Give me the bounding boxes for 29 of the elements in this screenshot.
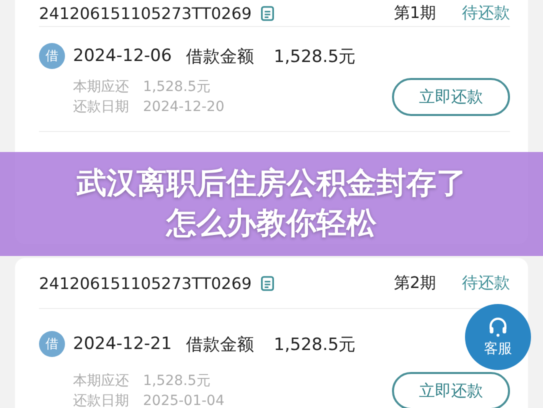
period-label: 第1期 bbox=[394, 2, 436, 24]
status-label: 待还款 bbox=[462, 2, 510, 24]
detail-value: 2025-01-04 bbox=[143, 392, 224, 408]
banner-title: 怎么办教你轻松 bbox=[166, 205, 376, 243]
detail-value: 1,528.5元 bbox=[143, 372, 210, 391]
badge-icon: 借 bbox=[39, 331, 65, 357]
item-amount: 1,528.5元 bbox=[274, 46, 356, 68]
detail-label: 本期应还 bbox=[73, 372, 129, 391]
detail-value: 1,528.5元 bbox=[143, 78, 210, 97]
item-date: 2024-12-06 bbox=[73, 46, 172, 66]
order-number: 241206151105273TT0269 bbox=[39, 4, 252, 22]
period-label: 第2期 bbox=[394, 272, 436, 294]
detail-label: 还款日期 bbox=[73, 392, 129, 408]
detail-value: 2024-12-20 bbox=[143, 98, 224, 117]
item-date: 2024-12-21 bbox=[73, 334, 172, 354]
status-label: 待还款 bbox=[462, 272, 510, 294]
item-amount: 1,528.5元 bbox=[274, 334, 356, 356]
badge-icon: 借 bbox=[39, 43, 65, 69]
item-label: 借款金额 bbox=[186, 334, 254, 356]
pay-button[interactable]: 立即还款 bbox=[392, 78, 510, 116]
pay-button[interactable]: 立即还款 bbox=[392, 372, 510, 408]
detail-label: 本期应还 bbox=[73, 78, 129, 97]
copy-icon[interactable] bbox=[260, 4, 275, 22]
copy-icon[interactable] bbox=[260, 274, 275, 292]
banner-title: 武汉离职后住房公积金封存了 bbox=[76, 165, 466, 203]
detail-label: 还款日期 bbox=[73, 98, 129, 117]
headset-icon bbox=[487, 316, 509, 338]
order-number: 241206151105273TT0269 bbox=[39, 274, 252, 292]
item-label: 借款金额 bbox=[186, 46, 254, 68]
